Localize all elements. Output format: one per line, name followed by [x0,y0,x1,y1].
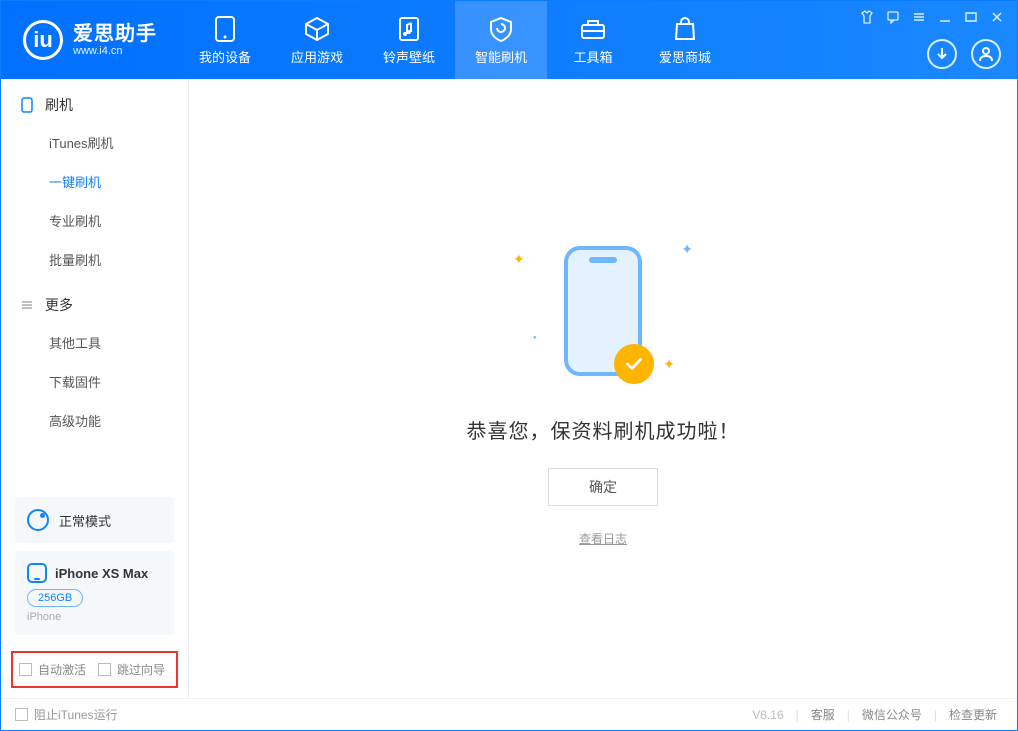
mode-card[interactable]: 正常模式 [15,497,174,543]
checkbox-icon [15,708,28,721]
app-name-en: www.i4.cn [73,45,157,57]
phone-icon [19,97,35,113]
view-log-link[interactable]: 查看日志 [579,530,627,547]
device-icon [211,15,239,43]
section-title: 更多 [45,295,73,315]
bag-icon [671,15,699,43]
app-logo: iu 爱思助手 www.i4.cn [1,20,179,60]
menu-icon[interactable] [911,9,927,25]
sidebar-other-tools[interactable]: 其他工具 [1,323,188,362]
sidebar-itunes-flash[interactable]: iTunes刷机 [1,123,188,162]
sidebar-batch-flash[interactable]: 批量刷机 [1,240,188,279]
footer-wechat-link[interactable]: 微信公众号 [856,706,928,723]
nav-flash[interactable]: 智能刷机 [455,1,547,79]
checkmark-badge-icon [614,344,654,384]
music-icon [395,15,423,43]
sidebar-section-flash: 刷机 [1,79,188,123]
nav-label: 应用游戏 [291,47,343,66]
header-actions [927,39,1001,69]
nav-toolbox[interactable]: 工具箱 [547,1,639,79]
checkbox-icon [98,663,111,676]
sidebar: 刷机 iTunes刷机 一键刷机 专业刷机 批量刷机 更多 其他工具 下载固件 … [1,79,189,698]
success-message: 恭喜您，保资料刷机成功啦！ [467,415,740,444]
section-title: 刷机 [45,95,73,115]
checkbox-block-itunes[interactable]: 阻止iTunes运行 [15,706,118,723]
logo-text: 爱思助手 www.i4.cn [73,23,157,57]
cube-icon [303,15,331,43]
main-nav: 我的设备 应用游戏 铃声壁纸 智能刷机 工具箱 爱思商城 [179,1,731,79]
toolbox-icon [579,15,607,43]
success-illustration: ✦ ✦ ✦ ● [483,231,723,391]
tshirt-icon[interactable] [859,9,875,25]
shield-icon [487,15,515,43]
footer-right: V8.16 | 客服 | 微信公众号 | 检查更新 [752,706,1003,723]
checkbox-label: 跳过向导 [117,661,165,678]
device-card[interactable]: iPhone XS Max 256GB iPhone [15,551,174,635]
checkbox-skip-guide[interactable]: 跳过向导 [98,661,165,678]
download-icon[interactable] [927,39,957,69]
sparkle-icon: ✦ [663,356,675,373]
ok-button[interactable]: 确定 [548,468,658,506]
device-type: iPhone [27,611,162,623]
close-button[interactable] [989,9,1005,25]
nav-label: 我的设备 [199,47,251,66]
app-name-cn: 爱思助手 [73,23,157,45]
app-body: 刷机 iTunes刷机 一键刷机 专业刷机 批量刷机 更多 其他工具 下载固件 … [1,79,1017,698]
checkbox-auto-activate[interactable]: 自动激活 [19,661,86,678]
mode-label: 正常模式 [59,511,111,530]
sidebar-advanced[interactable]: 高级功能 [1,401,188,440]
maximize-button[interactable] [963,9,979,25]
device-phone-icon [27,563,47,583]
app-header: iu 爱思助手 www.i4.cn 我的设备 应用游戏 铃声壁纸 智能刷机 [1,1,1017,79]
sidebar-pro-flash[interactable]: 专业刷机 [1,201,188,240]
minimize-button[interactable] [937,9,953,25]
nav-apps-games[interactable]: 应用游戏 [271,1,363,79]
nav-label: 铃声壁纸 [383,47,435,66]
sidebar-download-firmware[interactable]: 下载固件 [1,362,188,401]
sidebar-section-more: 更多 [1,279,188,323]
checkbox-icon [19,663,32,676]
nav-label: 爱思商城 [659,47,711,66]
phone-illustration [564,246,642,376]
device-name: iPhone XS Max [55,566,148,581]
window-controls [859,9,1005,25]
sidebar-options-highlighted: 自动激活 跳过向导 [11,651,178,688]
user-icon[interactable] [971,39,1001,69]
nav-store[interactable]: 爱思商城 [639,1,731,79]
nav-my-device[interactable]: 我的设备 [179,1,271,79]
checkbox-label: 阻止iTunes运行 [34,706,118,723]
sparkle-icon: ● [533,335,537,341]
sparkle-icon: ✦ [513,251,525,268]
footer: 阻止iTunes运行 V8.16 | 客服 | 微信公众号 | 检查更新 [1,698,1017,730]
footer-support-link[interactable]: 客服 [805,706,841,723]
sidebar-onekey-flash[interactable]: 一键刷机 [1,162,188,201]
app-window: iu 爱思助手 www.i4.cn 我的设备 应用游戏 铃声壁纸 智能刷机 [0,0,1018,731]
list-icon [19,297,35,313]
nav-ringtones[interactable]: 铃声壁纸 [363,1,455,79]
mode-icon [27,509,49,531]
main-content: ✦ ✦ ✦ ● 恭喜您，保资料刷机成功啦！ 确定 查看日志 [189,79,1017,698]
footer-update-link[interactable]: 检查更新 [943,706,1003,723]
nav-label: 智能刷机 [475,47,527,66]
nav-label: 工具箱 [573,47,612,66]
feedback-icon[interactable] [885,9,901,25]
checkbox-label: 自动激活 [38,661,86,678]
sparkle-icon: ✦ [681,241,693,258]
logo-icon: iu [23,20,63,60]
version-label: V8.16 [752,708,783,722]
device-storage: 256GB [27,589,83,607]
